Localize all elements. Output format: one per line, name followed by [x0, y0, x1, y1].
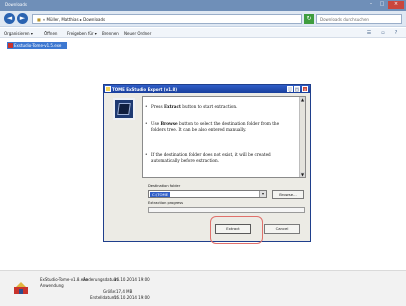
forward-arrow-icon[interactable]: ►: [17, 13, 28, 24]
help-icon[interactable]: ?: [393, 30, 399, 36]
destination-label: Destination folder: [148, 184, 181, 188]
exe-file-icon: [8, 43, 13, 48]
address-path: « Müller, Matthias ▸ Downloads: [42, 17, 106, 22]
refresh-icon[interactable]: ↻: [304, 14, 314, 24]
dialog-minimize-button[interactable]: _: [287, 86, 293, 92]
bullet-text: button to start extraction.: [180, 104, 238, 109]
dialog-maximize-button[interactable]: □: [294, 86, 300, 92]
destination-value: C:\TOME: [150, 192, 171, 197]
browse-button[interactable]: Browse...: [272, 190, 304, 199]
maximize-button[interactable]: □: [377, 1, 387, 9]
dialog-title: TOME ExStudio Export (v1.8): [112, 87, 178, 92]
share-menu[interactable]: Freigeben für ▾: [67, 31, 97, 36]
details-file-name: ExStudio-Tome-v1.8.exe: [40, 277, 88, 282]
chevron-down-icon[interactable]: ▾: [259, 191, 266, 197]
new-folder-button[interactable]: Neuer Ordner: [124, 31, 151, 36]
dialog-close-button[interactable]: ×: [302, 86, 308, 92]
command-toolbar: Organisieren ▾ Öffnen Freigeben für ▾ Br…: [0, 28, 406, 38]
progress-label: Extraction progress: [148, 201, 184, 205]
extraction-progress-bar: [148, 207, 305, 213]
details-created-label: Erstelldatum:: [90, 295, 117, 300]
details-pane: ExStudio-Tome-v1.8.exe Änderungsdatum: 1…: [0, 270, 406, 306]
back-arrow-icon[interactable]: ◄: [4, 13, 15, 24]
export-dialog: TOME ExStudio Export (v1.8) _ □ × Press …: [103, 84, 311, 242]
bullet-text: If the destination folder does not exist…: [151, 152, 271, 163]
preview-pane-icon[interactable]: ▫: [380, 30, 386, 36]
bullet-bold-text: Browse: [160, 121, 178, 126]
cancel-button[interactable]: Cancel: [264, 224, 300, 234]
details-modified-value: 16.10.2014 19:00: [114, 277, 150, 282]
dialog-titlebar: TOME ExStudio Export (v1.8): [104, 85, 310, 93]
scroll-up-icon[interactable]: ▲: [300, 97, 305, 102]
instruction-bullet: Use Browse button to select the destinat…: [145, 121, 291, 132]
bullet-text: Use: [151, 121, 161, 126]
instructions-textbox: Press Extract button to start extraction…: [142, 96, 306, 178]
organize-menu[interactable]: Organisieren ▾: [4, 31, 33, 36]
details-created-value: 16.10.2014 19:00: [114, 295, 150, 300]
extract-highlight-annotation: [210, 216, 263, 244]
exstudio-app-icon: [14, 282, 28, 294]
folder-icon: ■: [37, 17, 41, 22]
book-icon: [113, 98, 135, 120]
burn-button[interactable]: Brennen: [102, 31, 119, 36]
window-title: Downloads: [5, 2, 27, 7]
search-placeholder: Downloads durchsuchen: [320, 17, 369, 22]
instructions-scrollbar[interactable]: ▲ ▼: [299, 97, 305, 177]
minimize-button[interactable]: –: [366, 1, 376, 9]
address-input[interactable]: ■ « Müller, Matthias ▸ Downloads: [32, 14, 302, 24]
details-size-label: Größe:: [103, 289, 117, 294]
open-button[interactable]: Öffnen: [44, 31, 57, 36]
details-size-value: 17,4 MB: [116, 289, 133, 294]
bullet-text: Press: [151, 104, 164, 109]
search-input[interactable]: Downloads durchsuchen: [316, 14, 402, 24]
destination-folder-combo[interactable]: C:\TOME ▾: [148, 190, 267, 198]
view-options-icon[interactable]: ☰: [366, 30, 372, 36]
dialog-app-icon: [105, 86, 111, 92]
close-button[interactable]: ×: [388, 1, 404, 9]
instruction-bullet: Press Extract button to start extraction…: [145, 104, 291, 110]
file-item[interactable]: Exstudio-Tome-v1.5.exe: [7, 42, 67, 49]
details-file-type: Anwendung: [40, 283, 64, 288]
scroll-down-icon[interactable]: ▼: [300, 172, 305, 177]
window-titlebar: Downloads – □ ×: [0, 0, 406, 11]
file-name: Exstudio-Tome-v1.5.exe: [14, 43, 62, 48]
instruction-bullet: If the destination folder does not exist…: [145, 152, 291, 163]
address-bar-row: ◄ ► ■ « Müller, Matthias ▸ Downloads ↻ Do…: [0, 11, 406, 27]
bullet-bold-text: Extract: [163, 104, 181, 109]
book-glyph: [117, 103, 131, 115]
